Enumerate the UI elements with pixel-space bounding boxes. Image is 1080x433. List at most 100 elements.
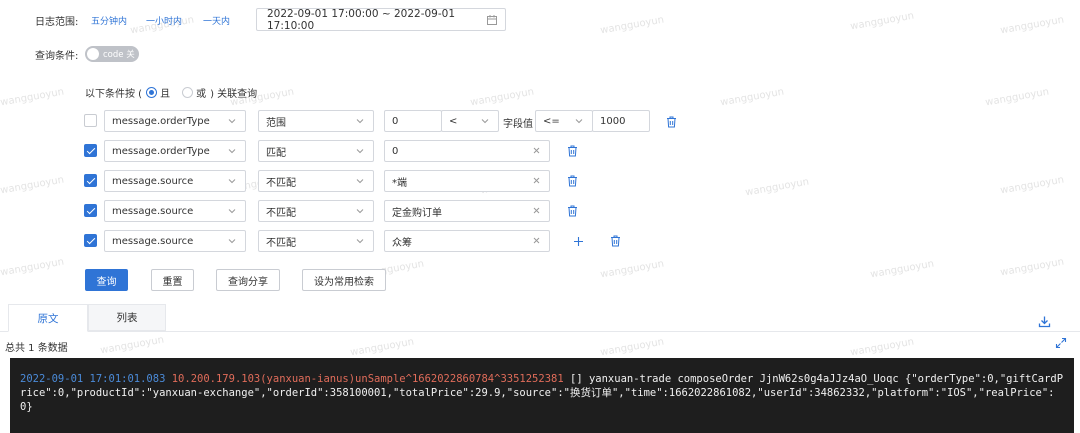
chevron-down-icon xyxy=(356,149,364,154)
log-host: 10.200.179.103(yanxuan-ianus)unSample^16… xyxy=(171,373,564,385)
delete-icon[interactable] xyxy=(610,235,621,247)
logic-and-label: 且 xyxy=(160,89,171,100)
tab-raw[interactable]: 原文 xyxy=(8,304,88,332)
logic-suffix: ) 关联查询 xyxy=(210,89,258,100)
field-select[interactable]: message.orderType xyxy=(104,140,246,162)
watermark-text: wangguoyun xyxy=(984,86,1050,109)
delete-icon[interactable] xyxy=(666,116,677,128)
radio-and[interactable] xyxy=(146,87,158,98)
condition-checkbox[interactable] xyxy=(84,204,97,217)
quick-link-5min[interactable]: 五分钟内 xyxy=(91,14,127,27)
comparator2-value: <= xyxy=(543,115,560,127)
field-select[interactable]: message.orderType xyxy=(104,110,246,132)
watermark-text: wangguoyun xyxy=(719,86,785,109)
delete-icon[interactable] xyxy=(567,205,578,217)
watermark-text: wangguoyun xyxy=(849,336,915,359)
operator-select[interactable]: 不匹配 xyxy=(258,170,374,192)
date-range-label: 日志范围: xyxy=(35,17,79,28)
condition-checkbox[interactable] xyxy=(84,234,97,247)
range-min-input[interactable]: 0 xyxy=(384,110,442,132)
comparator2-select[interactable]: <= xyxy=(535,110,593,132)
value-input[interactable]: 众筹 xyxy=(384,230,550,252)
reset-button[interactable]: 重置 xyxy=(151,269,194,291)
value-input-text: 0 xyxy=(392,145,399,157)
condition-checkbox[interactable] xyxy=(84,114,97,127)
watermark-text: wangguoyun xyxy=(599,258,665,281)
save-search-button[interactable]: 设为常用检索 xyxy=(302,269,386,291)
query-button[interactable]: 查询 xyxy=(85,269,128,291)
field-select-value: message.source xyxy=(112,205,194,217)
field-select[interactable]: message.source xyxy=(104,170,246,192)
condition-checkbox[interactable] xyxy=(84,144,97,157)
chevron-down-icon xyxy=(228,149,236,154)
code-toggle[interactable]: code 关 xyxy=(85,46,139,62)
clear-icon[interactable] xyxy=(531,145,542,156)
operator-select-value: 不匹配 xyxy=(266,207,296,219)
range-min-value: 0 xyxy=(392,115,399,127)
operator-select-value: 范围 xyxy=(266,117,286,129)
value-input[interactable]: 0 xyxy=(384,140,550,162)
tab-divider xyxy=(0,331,1080,332)
log-output: 2022-09-01 17:01:01.083 10.200.179.103(y… xyxy=(10,358,1074,433)
operator-select-value: 不匹配 xyxy=(266,237,296,249)
quick-link-1day[interactable]: 一天内 xyxy=(203,14,230,27)
value-input-text: *端 xyxy=(392,177,407,189)
quick-link-1hour[interactable]: 一小时内 xyxy=(146,14,182,27)
share-button[interactable]: 查询分享 xyxy=(216,269,280,291)
add-condition-icon[interactable] xyxy=(573,236,584,247)
field-select[interactable]: message.source xyxy=(104,200,246,222)
expand-icon[interactable] xyxy=(1055,337,1067,349)
operator-select-value: 不匹配 xyxy=(266,177,296,189)
chevron-down-icon xyxy=(356,209,364,214)
clear-icon[interactable] xyxy=(531,235,542,246)
date-range-picker[interactable]: 2022-09-01 17:00:00 ~ 2022-09-01 17:10:0… xyxy=(256,7,506,32)
logic-and-option[interactable]: 且 xyxy=(146,85,170,100)
watermark-text: wangguoyun xyxy=(744,176,810,199)
watermark-text: wangguoyun xyxy=(99,334,165,357)
clear-icon[interactable] xyxy=(531,205,542,216)
chevron-down-icon xyxy=(228,119,236,124)
comparator-select[interactable]: < xyxy=(441,110,499,132)
watermark-text: wangguoyun xyxy=(869,258,935,281)
operator-select[interactable]: 不匹配 xyxy=(258,200,374,222)
value-input[interactable]: *端 xyxy=(384,170,550,192)
chevron-down-icon xyxy=(228,239,236,244)
delete-icon[interactable] xyxy=(567,175,578,187)
operator-select[interactable]: 范围 xyxy=(258,110,374,132)
watermark-text: wangguoyun xyxy=(599,336,665,359)
operator-select[interactable]: 不匹配 xyxy=(258,230,374,252)
logic-prefix: 以下条件按 ( xyxy=(85,89,143,100)
field-value-label: 字段值 xyxy=(503,119,533,130)
download-icon[interactable] xyxy=(1038,315,1051,328)
total-count: 总共 1 条数据 xyxy=(5,343,68,354)
watermark-text: wangguoyun xyxy=(849,10,915,33)
clear-icon[interactable] xyxy=(531,175,542,186)
tab-list[interactable]: 列表 xyxy=(88,304,166,331)
chevron-down-icon xyxy=(228,209,236,214)
logic-selector: 以下条件按 ( 且 或 ) 关联查询 xyxy=(85,85,257,100)
range-max-input[interactable]: 1000 xyxy=(592,110,650,132)
operator-select-value: 匹配 xyxy=(266,147,286,159)
operator-select[interactable]: 匹配 xyxy=(258,140,374,162)
radio-or[interactable] xyxy=(182,87,194,98)
watermark-text: wangguoyun xyxy=(999,174,1065,197)
watermark-text: wangguoyun xyxy=(0,86,65,109)
delete-icon[interactable] xyxy=(567,145,578,157)
field-select[interactable]: message.source xyxy=(104,230,246,252)
value-input-text: 众筹 xyxy=(392,237,412,249)
comparator-value: < xyxy=(449,115,458,127)
calendar-icon xyxy=(487,15,497,25)
chevron-down-icon xyxy=(228,179,236,184)
condition-checkbox[interactable] xyxy=(84,174,97,187)
watermark-text: wangguoyun xyxy=(0,256,65,279)
date-range-value: 2022-09-01 17:00:00 ~ 2022-09-01 17:10:0… xyxy=(267,7,456,32)
code-toggle-label: code 关 xyxy=(103,50,135,60)
chevron-down-icon xyxy=(356,119,364,124)
chevron-down-icon xyxy=(481,119,489,124)
value-input[interactable]: 定金购订单 xyxy=(384,200,550,222)
logic-or-option[interactable]: 或 xyxy=(182,85,206,100)
range-max-value: 1000 xyxy=(600,115,626,127)
query-condition-label: 查询条件: xyxy=(35,51,79,62)
chevron-down-icon xyxy=(356,239,364,244)
watermark-text: wangguoyun xyxy=(999,14,1065,37)
